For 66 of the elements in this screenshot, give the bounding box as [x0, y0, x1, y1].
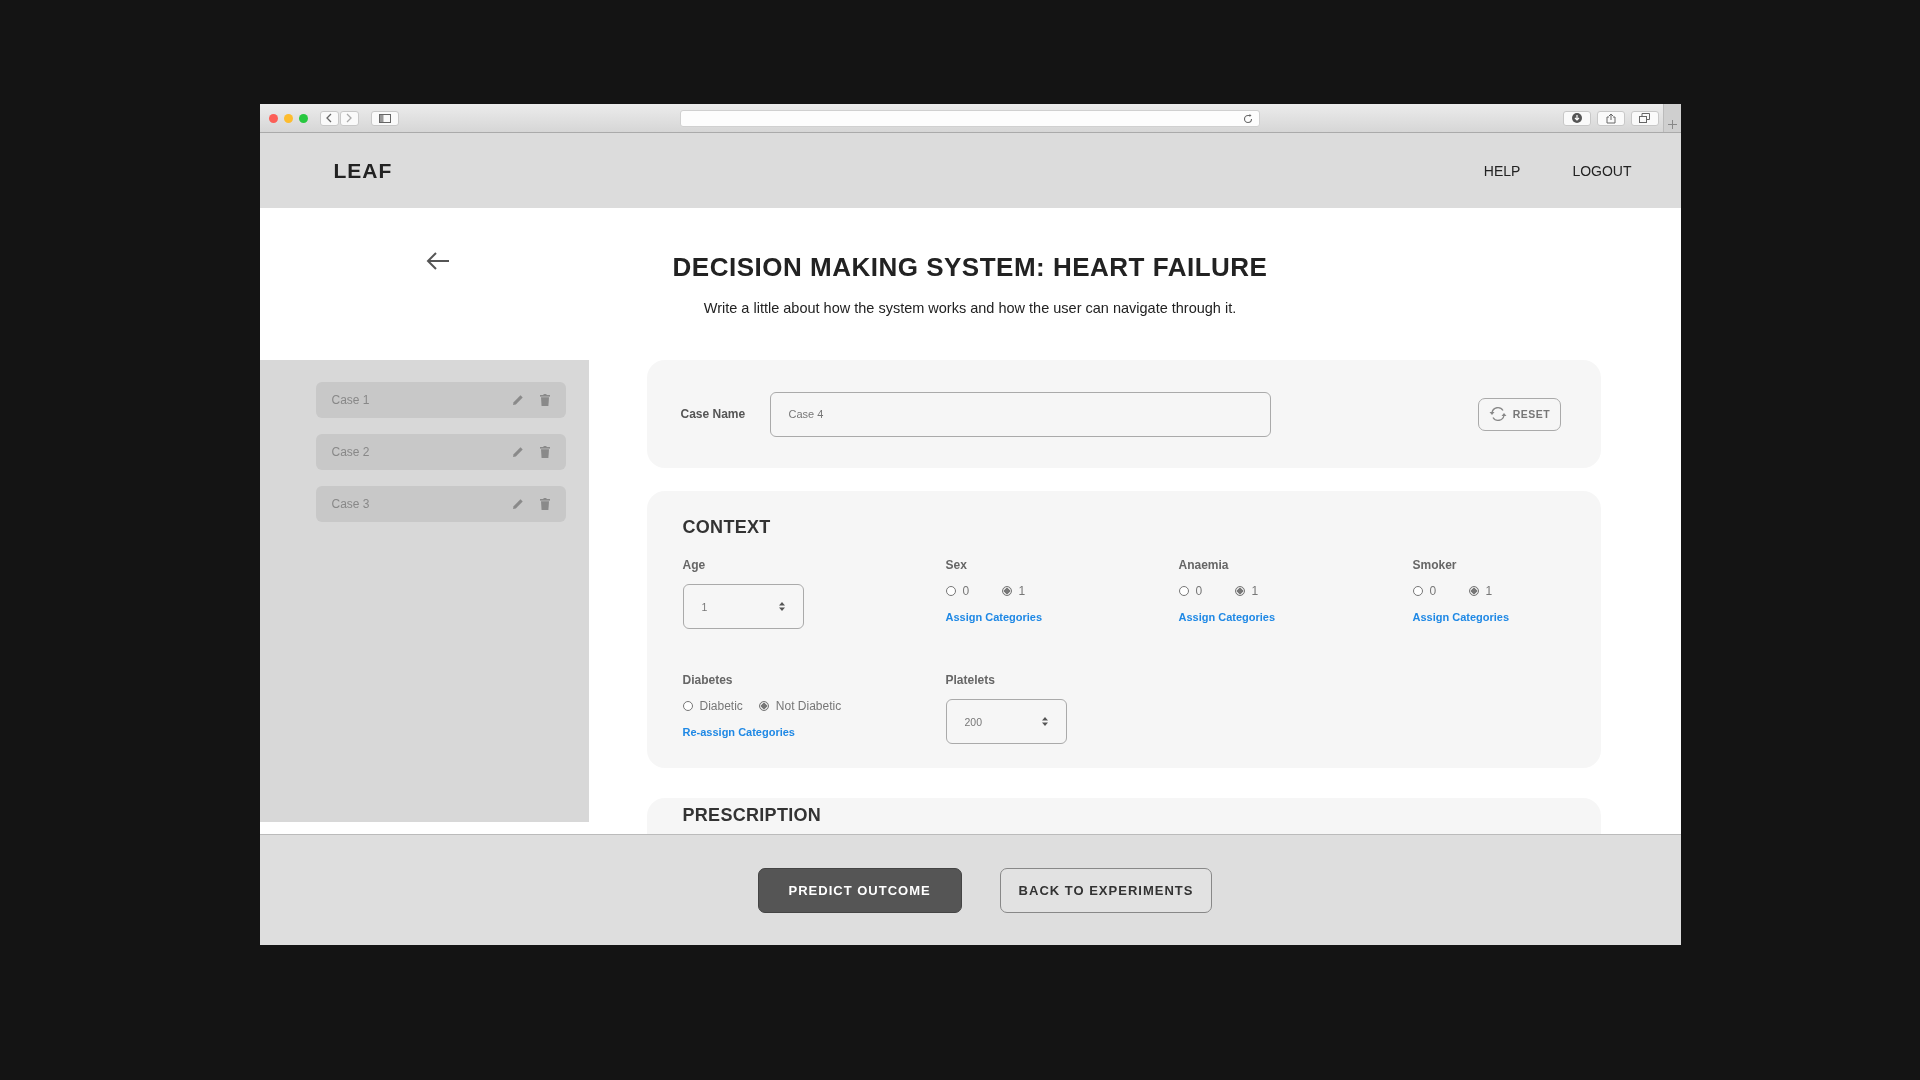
stepper-icon[interactable]	[778, 602, 785, 611]
minimize-icon[interactable]	[283, 113, 293, 123]
delete-icon[interactable]	[539, 394, 550, 406]
download-icon	[1571, 113, 1582, 123]
radio-option[interactable]: Not Diabetic	[758, 699, 842, 713]
nav-link[interactable]: HELP	[1483, 162, 1521, 179]
field-label: Case Name	[680, 407, 747, 421]
case-name: Case 2	[331, 445, 371, 459]
field-label: Sex	[945, 558, 967, 572]
new-tab-button[interactable]	[1662, 104, 1681, 132]
section-title: CONTEXT	[682, 517, 772, 538]
radio-option[interactable]: 1	[1468, 584, 1509, 598]
share-icon	[1605, 112, 1616, 124]
section-title: PRESCRIPTION	[682, 805, 823, 826]
delete-icon[interactable]	[539, 498, 550, 510]
sidebar-toggle-button[interactable]	[370, 110, 399, 126]
case-name-field[interactable]: Case 4	[769, 391, 1271, 437]
edit-icon[interactable]	[511, 498, 524, 510]
assign-categories-link[interactable]: Assign Categories	[1178, 611, 1276, 623]
assign-categories-link[interactable]: Re-assign Categories	[682, 726, 795, 738]
plus-icon	[1667, 120, 1677, 129]
back-button[interactable]: BACK TO EXPERIMENTS	[999, 867, 1213, 913]
radio-option[interactable]: 0	[1412, 584, 1453, 598]
number-field[interactable]: 1	[682, 584, 804, 629]
case-item[interactable]: Case 3	[315, 486, 566, 522]
edit-icon[interactable]	[511, 394, 524, 406]
share-button[interactable]	[1596, 110, 1625, 126]
field-label: Anaemia	[1178, 558, 1229, 572]
sidebar-icon	[378, 113, 391, 123]
case-item[interactable]: Case 2	[315, 434, 566, 470]
chevron-left-icon	[325, 113, 333, 123]
radio-option[interactable]: Diabetic	[682, 699, 743, 713]
tabs-icon	[1639, 113, 1650, 123]
refresh-icon	[1487, 405, 1508, 423]
page-description: Write a little about how the system works and how the user can navigate through it.	[703, 300, 1237, 316]
edit-icon[interactable]	[511, 446, 524, 458]
delete-icon[interactable]	[539, 446, 550, 458]
logo: LEAF	[333, 158, 393, 183]
radio-option[interactable]: 0	[945, 584, 986, 598]
radio-option[interactable]: 1	[1001, 584, 1042, 598]
download-button[interactable]	[1562, 110, 1591, 126]
number-field[interactable]: 200	[945, 699, 1067, 744]
field-label: Diabetes	[682, 673, 733, 687]
back-button[interactable]	[319, 110, 339, 126]
field-label: Platelets	[945, 673, 995, 687]
reset-button[interactable]: RESET	[1477, 397, 1561, 431]
field-label: Smoker	[1412, 558, 1457, 572]
tabs-button[interactable]	[1630, 110, 1659, 126]
back-arrow-icon[interactable]	[425, 252, 450, 270]
radio-option[interactable]: 1	[1234, 584, 1275, 598]
forward-button[interactable]	[339, 110, 359, 126]
case-name: Case 3	[331, 497, 371, 511]
page-title: DECISION MAKING SYSTEM: HEART FAILURE	[672, 252, 1268, 283]
assign-categories-link[interactable]: Assign Categories	[1412, 611, 1510, 623]
radio-option[interactable]: 0	[1178, 584, 1219, 598]
stepper-icon[interactable]	[1041, 717, 1048, 726]
reload-icon[interactable]	[1242, 113, 1253, 124]
assign-categories-link[interactable]: Assign Categories	[945, 611, 1043, 623]
predict-button[interactable]: PREDICT OUTCOME	[757, 867, 962, 913]
case-name: Case 1	[331, 393, 371, 407]
nav-link[interactable]: LOGOUT	[1572, 162, 1632, 179]
close-icon[interactable]	[268, 113, 278, 123]
case-item[interactable]: Case 1	[315, 382, 566, 418]
field-label: Age	[682, 558, 706, 572]
chevron-right-icon	[345, 113, 353, 123]
maximize-icon[interactable]	[298, 113, 308, 123]
